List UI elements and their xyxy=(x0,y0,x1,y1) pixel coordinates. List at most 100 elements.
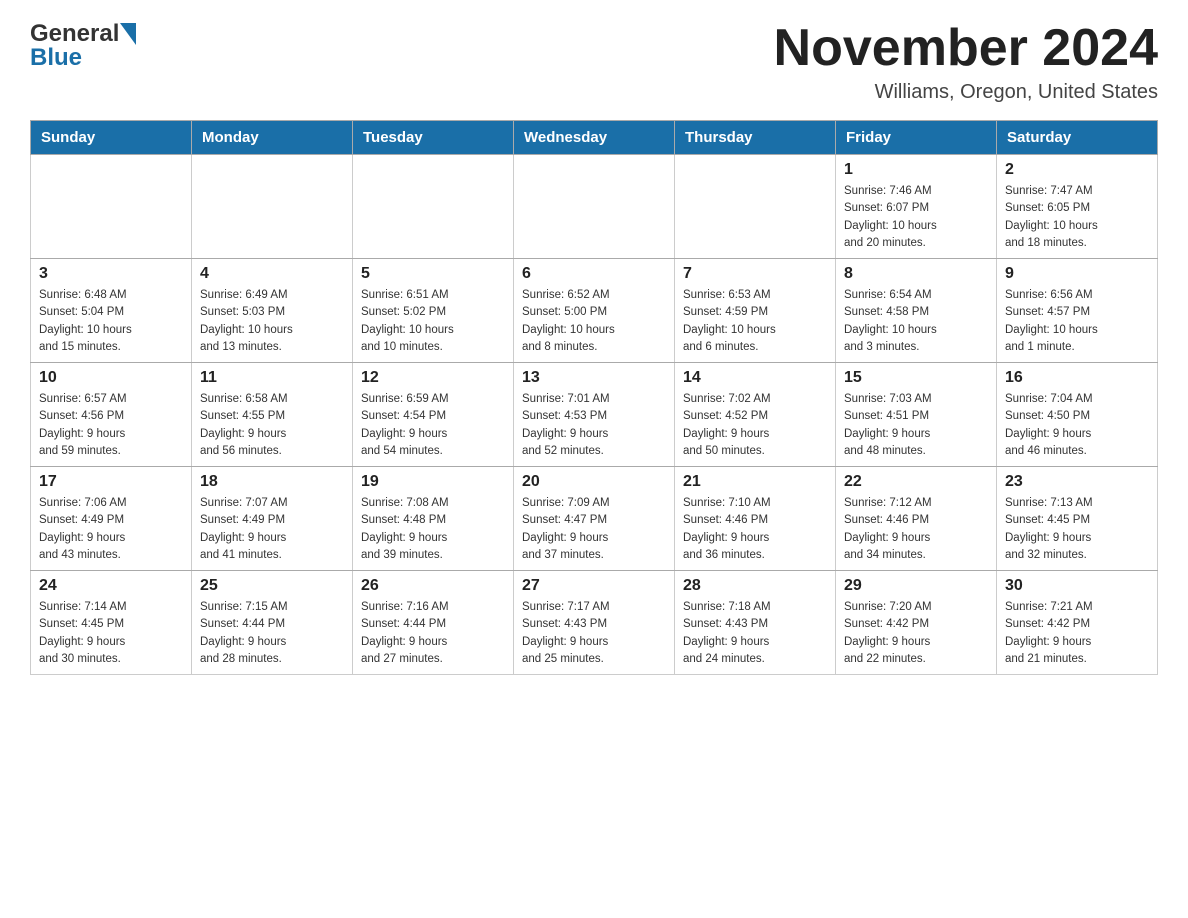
day-number: 23 xyxy=(1005,473,1149,491)
logo-blue-text: Blue xyxy=(30,44,82,72)
table-row xyxy=(675,155,836,259)
table-row: 4 Sunrise: 6:49 AMSunset: 5:03 PMDaylight… xyxy=(192,259,353,363)
calendar-table: Sunday Monday Tuesday Wednesday Thursday… xyxy=(30,120,1158,675)
header-sunday: Sunday xyxy=(31,121,192,155)
day-info: Sunrise: 7:13 AMSunset: 4:45 PMDaylight:… xyxy=(1005,495,1149,564)
table-row: 27 Sunrise: 7:17 AMSunset: 4:43 PMDayligh… xyxy=(514,571,675,675)
day-info: Sunrise: 7:01 AMSunset: 4:53 PMDaylight:… xyxy=(522,391,666,460)
logo: General Blue xyxy=(30,20,136,72)
header-monday: Monday xyxy=(192,121,353,155)
logo-triangle-icon xyxy=(120,23,136,45)
day-number: 6 xyxy=(522,265,666,283)
table-row: 16 Sunrise: 7:04 AMSunset: 4:50 PMDayligh… xyxy=(997,363,1158,467)
table-row: 10 Sunrise: 6:57 AMSunset: 4:56 PMDayligh… xyxy=(31,363,192,467)
calendar-week-row: 24 Sunrise: 7:14 AMSunset: 4:45 PMDayligh… xyxy=(31,571,1158,675)
table-row: 12Sunrise: 6:59 AMSunset: 4:54 PMDayligh… xyxy=(353,363,514,467)
day-number: 17 xyxy=(39,473,183,491)
day-number: 27 xyxy=(522,577,666,595)
calendar-header-row: Sunday Monday Tuesday Wednesday Thursday… xyxy=(31,121,1158,155)
day-info: Sunrise: 7:18 AMSunset: 4:43 PMDaylight:… xyxy=(683,599,827,668)
header: General Blue November 2024 Williams, Ore… xyxy=(30,20,1158,104)
day-info: Sunrise: 7:09 AMSunset: 4:47 PMDaylight:… xyxy=(522,495,666,564)
day-info: Sunrise: 7:16 AMSunset: 4:44 PMDaylight:… xyxy=(361,599,505,668)
day-info: Sunrise: 7:15 AMSunset: 4:44 PMDaylight:… xyxy=(200,599,344,668)
location: Williams, Oregon, United States xyxy=(774,81,1158,104)
table-row: 22 Sunrise: 7:12 AMSunset: 4:46 PMDayligh… xyxy=(836,467,997,571)
table-row: 3Sunrise: 6:48 AMSunset: 5:04 PMDaylight… xyxy=(31,259,192,363)
day-number: 15 xyxy=(844,369,988,387)
table-row: 6 Sunrise: 6:52 AMSunset: 5:00 PMDaylight… xyxy=(514,259,675,363)
table-row: 30 Sunrise: 7:21 AMSunset: 4:42 PMDayligh… xyxy=(997,571,1158,675)
table-row: 26 Sunrise: 7:16 AMSunset: 4:44 PMDayligh… xyxy=(353,571,514,675)
day-info: Sunrise: 6:48 AMSunset: 5:04 PMDaylight:… xyxy=(39,287,183,356)
day-info: Sunrise: 7:10 AMSunset: 4:46 PMDaylight:… xyxy=(683,495,827,564)
day-info: Sunrise: 7:46 AMSunset: 6:07 PMDaylight:… xyxy=(844,183,988,252)
table-row xyxy=(192,155,353,259)
day-number: 22 xyxy=(844,473,988,491)
table-row: 21 Sunrise: 7:10 AMSunset: 4:46 PMDayligh… xyxy=(675,467,836,571)
day-info: Sunrise: 6:53 AMSunset: 4:59 PMDaylight:… xyxy=(683,287,827,356)
table-row: 28 Sunrise: 7:18 AMSunset: 4:43 PMDayligh… xyxy=(675,571,836,675)
day-number: 1 xyxy=(844,161,988,179)
day-info: Sunrise: 7:47 AMSunset: 6:05 PMDaylight:… xyxy=(1005,183,1149,252)
day-number: 14 xyxy=(683,369,827,387)
day-number: 5 xyxy=(361,265,505,283)
day-number: 29 xyxy=(844,577,988,595)
header-thursday: Thursday xyxy=(675,121,836,155)
header-tuesday: Tuesday xyxy=(353,121,514,155)
day-number: 26 xyxy=(361,577,505,595)
day-info: Sunrise: 7:03 AMSunset: 4:51 PMDaylight:… xyxy=(844,391,988,460)
day-info: Sunrise: 7:02 AMSunset: 4:52 PMDaylight:… xyxy=(683,391,827,460)
calendar-week-row: 10 Sunrise: 6:57 AMSunset: 4:56 PMDayligh… xyxy=(31,363,1158,467)
calendar-week-row: 1 Sunrise: 7:46 AMSunset: 6:07 PMDaylight… xyxy=(31,155,1158,259)
table-row: 8Sunrise: 6:54 AMSunset: 4:58 PMDaylight… xyxy=(836,259,997,363)
table-row: 13 Sunrise: 7:01 AMSunset: 4:53 PMDayligh… xyxy=(514,363,675,467)
day-info: Sunrise: 6:51 AMSunset: 5:02 PMDaylight:… xyxy=(361,287,505,356)
day-number: 10 xyxy=(39,369,183,387)
calendar-week-row: 17 Sunrise: 7:06 AMSunset: 4:49 PMDayligh… xyxy=(31,467,1158,571)
day-number: 7 xyxy=(683,265,827,283)
day-info: Sunrise: 7:14 AMSunset: 4:45 PMDaylight:… xyxy=(39,599,183,668)
table-row: 25Sunrise: 7:15 AMSunset: 4:44 PMDayligh… xyxy=(192,571,353,675)
table-row: 19 Sunrise: 7:08 AMSunset: 4:48 PMDayligh… xyxy=(353,467,514,571)
day-info: Sunrise: 7:21 AMSunset: 4:42 PMDaylight:… xyxy=(1005,599,1149,668)
day-info: Sunrise: 6:59 AMSunset: 4:54 PMDaylight:… xyxy=(361,391,505,460)
title-area: November 2024 Williams, Oregon, United S… xyxy=(774,20,1158,104)
day-info: Sunrise: 6:57 AMSunset: 4:56 PMDaylight:… xyxy=(39,391,183,460)
day-number: 18 xyxy=(200,473,344,491)
day-info: Sunrise: 6:58 AMSunset: 4:55 PMDaylight:… xyxy=(200,391,344,460)
month-title: November 2024 xyxy=(774,20,1158,77)
day-number: 2 xyxy=(1005,161,1149,179)
table-row xyxy=(31,155,192,259)
day-info: Sunrise: 7:06 AMSunset: 4:49 PMDaylight:… xyxy=(39,495,183,564)
header-saturday: Saturday xyxy=(997,121,1158,155)
table-row: 23 Sunrise: 7:13 AMSunset: 4:45 PMDayligh… xyxy=(997,467,1158,571)
table-row: 9Sunrise: 6:56 AMSunset: 4:57 PMDaylight… xyxy=(997,259,1158,363)
table-row: 11 Sunrise: 6:58 AMSunset: 4:55 PMDayligh… xyxy=(192,363,353,467)
table-row xyxy=(353,155,514,259)
day-info: Sunrise: 6:54 AMSunset: 4:58 PMDaylight:… xyxy=(844,287,988,356)
table-row xyxy=(514,155,675,259)
day-info: Sunrise: 7:08 AMSunset: 4:48 PMDaylight:… xyxy=(361,495,505,564)
day-info: Sunrise: 6:49 AMSunset: 5:03 PMDaylight:… xyxy=(200,287,344,356)
day-number: 21 xyxy=(683,473,827,491)
table-row: 5 Sunrise: 6:51 AMSunset: 5:02 PMDaylight… xyxy=(353,259,514,363)
day-number: 24 xyxy=(39,577,183,595)
day-number: 4 xyxy=(200,265,344,283)
day-number: 16 xyxy=(1005,369,1149,387)
day-info: Sunrise: 7:20 AMSunset: 4:42 PMDaylight:… xyxy=(844,599,988,668)
day-number: 19 xyxy=(361,473,505,491)
day-info: Sunrise: 7:12 AMSunset: 4:46 PMDaylight:… xyxy=(844,495,988,564)
table-row: 20Sunrise: 7:09 AMSunset: 4:47 PMDayligh… xyxy=(514,467,675,571)
header-wednesday: Wednesday xyxy=(514,121,675,155)
day-info: Sunrise: 7:07 AMSunset: 4:49 PMDaylight:… xyxy=(200,495,344,564)
day-number: 28 xyxy=(683,577,827,595)
day-number: 30 xyxy=(1005,577,1149,595)
day-number: 11 xyxy=(200,369,344,387)
day-info: Sunrise: 7:04 AMSunset: 4:50 PMDaylight:… xyxy=(1005,391,1149,460)
day-number: 13 xyxy=(522,369,666,387)
day-info: Sunrise: 6:56 AMSunset: 4:57 PMDaylight:… xyxy=(1005,287,1149,356)
calendar-week-row: 3Sunrise: 6:48 AMSunset: 5:04 PMDaylight… xyxy=(31,259,1158,363)
day-info: Sunrise: 7:17 AMSunset: 4:43 PMDaylight:… xyxy=(522,599,666,668)
day-info: Sunrise: 6:52 AMSunset: 5:00 PMDaylight:… xyxy=(522,287,666,356)
